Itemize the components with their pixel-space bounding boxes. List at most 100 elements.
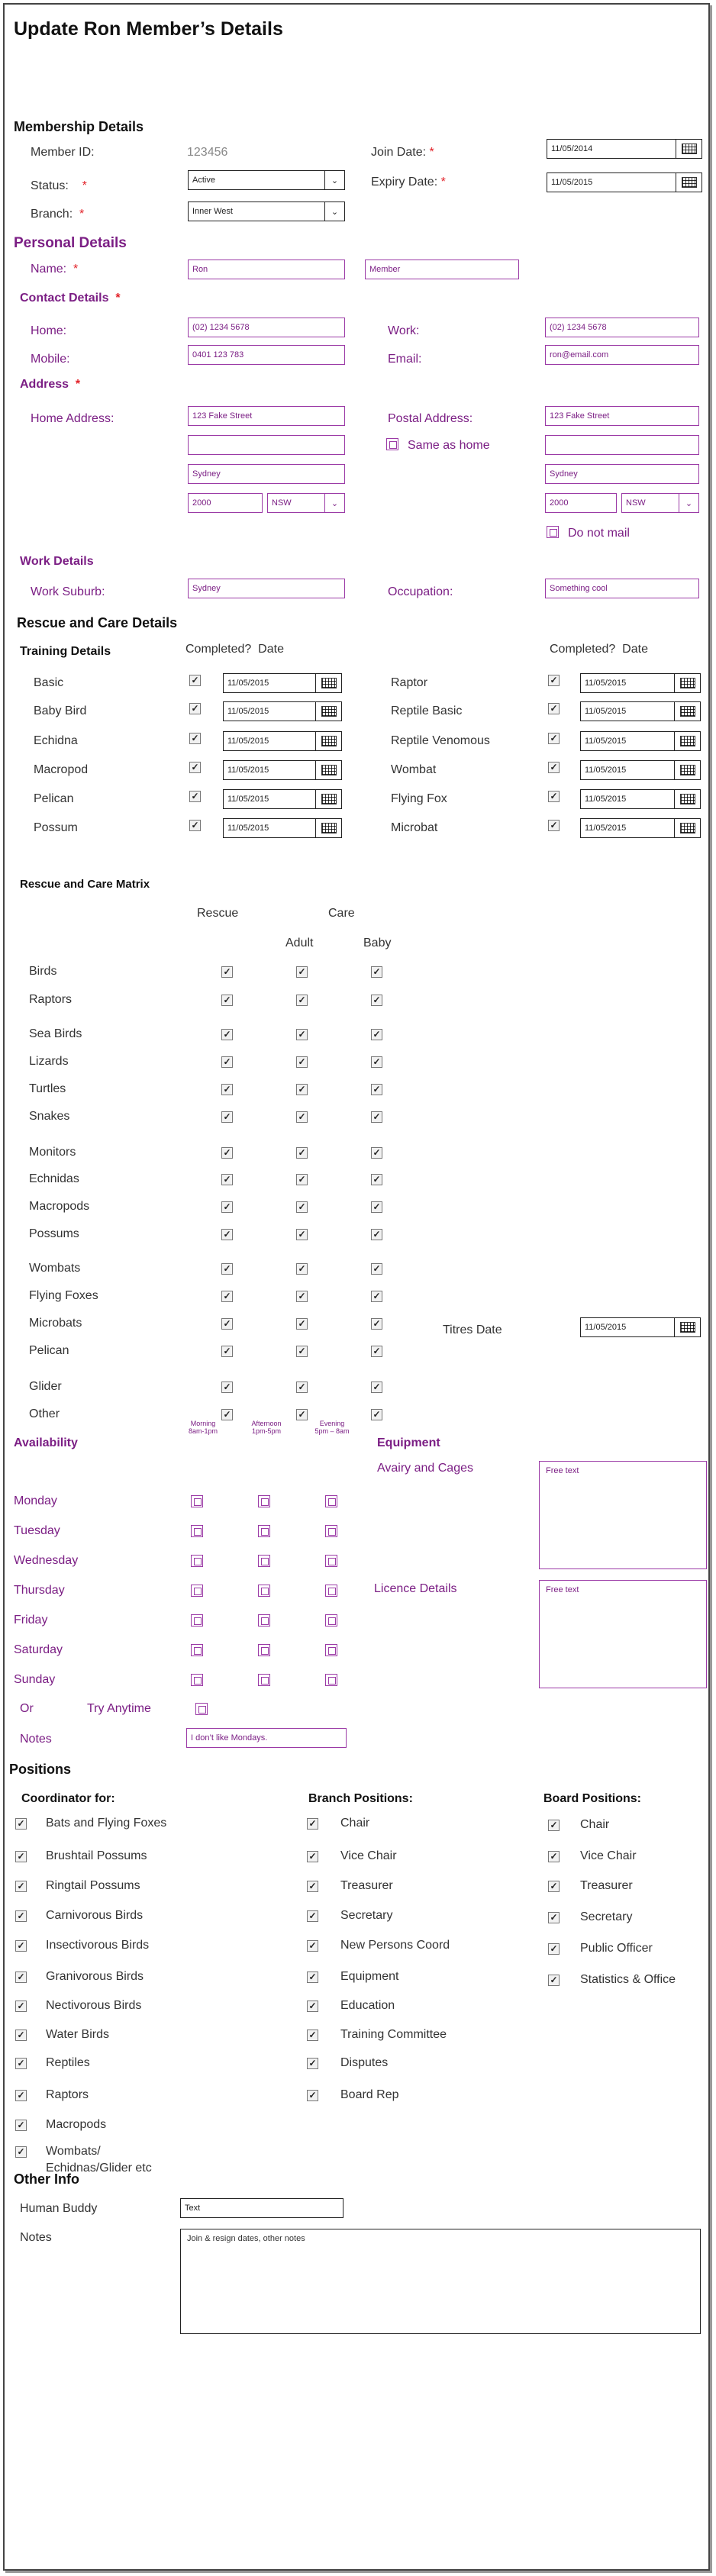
training-date-picker[interactable]: 11/05/2015 [580,701,701,721]
training-completed-checkbox[interactable]: ✓ [189,733,201,744]
home-street-input[interactable]: 123 Fake Street [188,406,345,426]
coordinator-checkbox[interactable]: ✓ [15,2090,27,2101]
board-position-checkbox[interactable]: ✓ [548,1975,560,1986]
training-date-picker[interactable]: 11/05/2015 [223,673,342,693]
board-position-checkbox[interactable]: ✓ [548,1912,560,1923]
titres-date-picker[interactable]: 11/05/2015 [580,1317,701,1337]
matrix-adult-checkbox[interactable]: ✓ [296,966,308,978]
calendar-icon[interactable] [674,702,700,721]
first-name-input[interactable]: Ron [188,260,345,279]
coordinator-checkbox[interactable]: ✓ [15,1881,27,1892]
email-input[interactable]: ron@email.com [545,345,699,365]
do-not-mail-checkbox[interactable] [547,526,559,538]
calendar-icon[interactable] [674,732,700,750]
afternoon-checkbox[interactable] [258,1614,270,1627]
afternoon-checkbox[interactable] [258,1585,270,1597]
calendar-icon[interactable] [315,790,341,808]
matrix-rescue-checkbox[interactable]: ✓ [221,1346,233,1357]
matrix-rescue-checkbox[interactable]: ✓ [221,1229,233,1240]
training-date-picker[interactable]: 11/05/2015 [223,789,342,809]
branch-position-checkbox[interactable]: ✓ [307,2001,318,2012]
training-date-picker[interactable]: 11/05/2015 [580,818,701,838]
matrix-adult-checkbox[interactable]: ✓ [296,995,308,1006]
chevron-down-icon[interactable]: ⌄ [324,171,344,189]
try-anytime-checkbox[interactable] [195,1703,208,1715]
branch-position-checkbox[interactable]: ✓ [307,1910,318,1922]
branch-position-checkbox[interactable]: ✓ [307,2030,318,2041]
matrix-adult-checkbox[interactable]: ✓ [296,1291,308,1302]
afternoon-checkbox[interactable] [258,1674,270,1686]
coordinator-checkbox[interactable]: ✓ [15,1851,27,1862]
matrix-rescue-checkbox[interactable]: ✓ [221,1147,233,1159]
home-phone-input[interactable]: (02) 1234 5678 [188,318,345,337]
matrix-baby-checkbox[interactable]: ✓ [371,1029,382,1040]
calendar-icon[interactable] [674,761,700,779]
board-position-checkbox[interactable]: ✓ [548,1881,560,1892]
matrix-adult-checkbox[interactable]: ✓ [296,1318,308,1330]
matrix-baby-checkbox[interactable]: ✓ [371,1346,382,1357]
expiry-date-picker[interactable]: 11/05/2015 [547,172,702,192]
coordinator-checkbox[interactable]: ✓ [15,1940,27,1952]
matrix-baby-checkbox[interactable]: ✓ [371,1229,382,1240]
coordinator-checkbox[interactable]: ✓ [15,2001,27,2012]
matrix-baby-checkbox[interactable]: ✓ [371,1201,382,1213]
calendar-icon[interactable] [315,732,341,750]
matrix-rescue-checkbox[interactable]: ✓ [221,1381,233,1393]
matrix-adult-checkbox[interactable]: ✓ [296,1381,308,1393]
postal-street2-input[interactable] [545,435,699,455]
morning-checkbox[interactable] [191,1525,203,1537]
matrix-baby-checkbox[interactable]: ✓ [371,1409,382,1420]
matrix-adult-checkbox[interactable]: ✓ [296,1111,308,1123]
postal-suburb-input[interactable]: Sydney [545,464,699,484]
calendar-icon[interactable] [674,790,700,808]
home-state-select[interactable]: NSW ⌄ [267,493,345,513]
evening-checkbox[interactable] [325,1614,337,1627]
matrix-adult-checkbox[interactable]: ✓ [296,1174,308,1185]
calendar-icon[interactable] [315,819,341,837]
branch-position-checkbox[interactable]: ✓ [307,1818,318,1830]
matrix-baby-checkbox[interactable]: ✓ [371,1084,382,1095]
morning-checkbox[interactable] [191,1585,203,1597]
matrix-baby-checkbox[interactable]: ✓ [371,1147,382,1159]
coordinator-checkbox[interactable]: ✓ [15,1818,27,1830]
matrix-baby-checkbox[interactable]: ✓ [371,966,382,978]
branch-position-checkbox[interactable]: ✓ [307,1940,318,1952]
mobile-input[interactable]: 0401 123 783 [188,345,345,365]
matrix-baby-checkbox[interactable]: ✓ [371,1174,382,1185]
calendar-icon[interactable] [674,819,700,837]
postal-street-input[interactable]: 123 Fake Street [545,406,699,426]
matrix-rescue-checkbox[interactable]: ✓ [221,1111,233,1123]
branch-position-checkbox[interactable]: ✓ [307,2058,318,2069]
morning-checkbox[interactable] [191,1644,203,1656]
matrix-baby-checkbox[interactable]: ✓ [371,1056,382,1068]
coordinator-checkbox[interactable]: ✓ [15,2120,27,2131]
aviary-textarea[interactable]: Free text [539,1461,707,1569]
work-phone-input[interactable]: (02) 1234 5678 [545,318,699,337]
training-completed-checkbox[interactable]: ✓ [189,703,201,714]
morning-checkbox[interactable] [191,1614,203,1627]
training-completed-checkbox[interactable]: ✓ [189,762,201,773]
morning-checkbox[interactable] [191,1674,203,1686]
coordinator-checkbox[interactable]: ✓ [15,2146,27,2158]
training-date-picker[interactable]: 11/05/2015 [580,789,701,809]
afternoon-checkbox[interactable] [258,1644,270,1656]
calendar-icon[interactable] [315,674,341,692]
training-completed-checkbox[interactable]: ✓ [548,703,560,714]
evening-checkbox[interactable] [325,1585,337,1597]
calendar-icon[interactable] [315,702,341,721]
training-completed-checkbox[interactable]: ✓ [548,762,560,773]
status-select[interactable]: Active ⌄ [188,170,345,190]
chevron-down-icon[interactable]: ⌄ [324,202,344,221]
training-date-picker[interactable]: 11/05/2015 [223,701,342,721]
human-buddy-input[interactable]: Text [180,2198,343,2218]
last-name-input[interactable]: Member [365,260,519,279]
training-completed-checkbox[interactable]: ✓ [189,675,201,686]
calendar-icon[interactable] [674,674,700,692]
postal-state-select[interactable]: NSW ⌄ [621,493,699,513]
calendar-icon[interactable] [676,140,701,158]
matrix-adult-checkbox[interactable]: ✓ [296,1201,308,1213]
evening-checkbox[interactable] [325,1525,337,1537]
home-street2-input[interactable] [188,435,345,455]
home-postcode-input[interactable]: 2000 [188,493,263,513]
matrix-rescue-checkbox[interactable]: ✓ [221,1174,233,1185]
